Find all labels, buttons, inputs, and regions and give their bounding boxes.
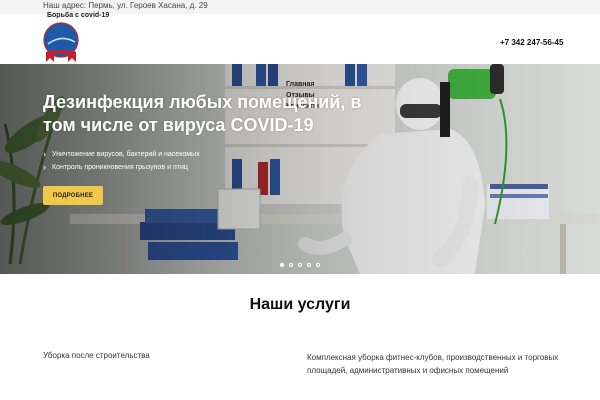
nav-item-home[interactable]: Главная xyxy=(286,79,319,90)
hero-bullet: Контроль проникновения грызунов и птиц xyxy=(43,161,200,174)
hero-bullet: Уничтожение вирусов, бактерий и насекомы… xyxy=(43,148,200,161)
slider-dot[interactable] xyxy=(289,263,293,267)
slider-dot[interactable] xyxy=(298,263,302,267)
slider-dots xyxy=(280,263,320,267)
address-text: Наш адрес: Пермь, ул. Героев Хасана, д. … xyxy=(43,1,208,10)
slider-dot[interactable] xyxy=(316,263,320,267)
hero-slider: Главная Отзывы Контакты Дезинфекция любы… xyxy=(0,64,600,274)
more-button[interactable]: ПОДРОБНЕЕ xyxy=(43,186,103,205)
logo-icon[interactable] xyxy=(42,22,80,62)
phone-link[interactable]: +7 342 247-56-45 xyxy=(500,38,563,47)
hero-title: Дезинфекция любых помещений, в том числе… xyxy=(43,92,362,135)
service-item[interactable]: Уборка после строительства xyxy=(43,351,150,360)
slider-dot[interactable] xyxy=(307,263,311,267)
service-item[interactable]: Комплексная уборка фитнес-клубов, произв… xyxy=(307,351,567,377)
site-header: Борьба с covid-19 +7 342 247-56-45 xyxy=(0,12,600,64)
hero-bullets: Уничтожение вирусов, бактерий и насекомы… xyxy=(43,148,200,174)
services-title: Наши услуги xyxy=(249,296,351,313)
brand-title: Борьба с covid-19 xyxy=(47,12,110,19)
slider-dot[interactable] xyxy=(280,263,284,267)
